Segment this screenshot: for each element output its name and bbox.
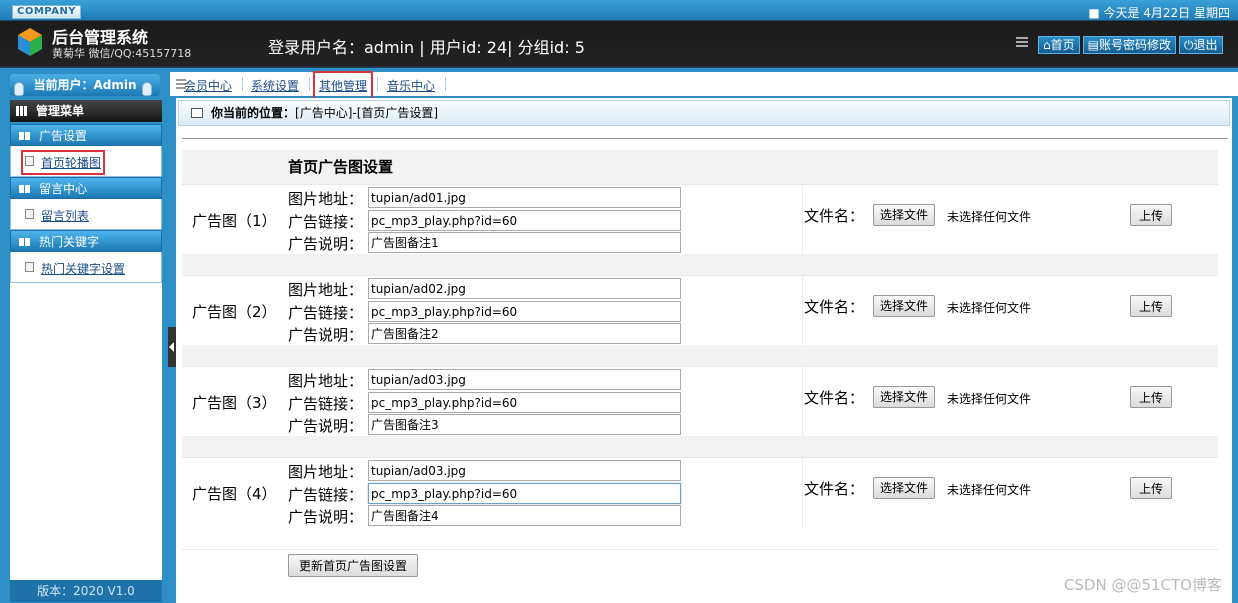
ad-link-input[interactable] [368,301,681,322]
sidebar-item-hot-keyword-settings[interactable]: 热门关键字设置 [25,260,125,277]
list-icon [1016,37,1028,49]
image-url-input[interactable] [368,278,681,299]
form-title: 首页广告图设置 [288,158,394,176]
ad-desc-label: 广告说明： [288,235,364,253]
ad-desc-input[interactable] [368,323,681,344]
sidebar: 当前用户：Admin 管理菜单 广告设置 首页轮播图 留言中心 留言列表 热门关… [0,68,170,603]
grid-icon [16,106,28,116]
document-icon [25,209,34,219]
pin-icon [14,82,24,96]
date-display: ■ 今天是 4月22日 星期四 [1088,6,1230,20]
ad-link-label: 广告链接： [288,486,364,504]
tab-member-center[interactable]: 会员中心 [184,77,232,94]
no-file-text: 未选择任何文件 [947,483,1032,497]
breadcrumb: 你当前的位置：[广告中心]-[首页广告设置] [178,100,1230,126]
ad-label: 广告图（2） [192,303,277,321]
file-name-label: 文件名： [804,207,865,225]
ad-desc-input[interactable] [368,232,681,253]
choose-file-button[interactable]: 选择文件 [873,477,936,499]
menu-panel: 广告设置 首页轮播图 留言中心 留言列表 热门关键字 热门关键字设置 [10,124,162,580]
image-url-input[interactable] [368,460,681,481]
document-icon [25,262,34,272]
current-user-bar: 当前用户：Admin [10,74,160,96]
main-content: 你当前的位置：[广告中心]-[首页广告设置] 首页广告图设置 广告图（1） 图片地… [176,98,1232,603]
ad-label: 广告图（1） [192,212,277,230]
tab-other-management[interactable]: 其他管理 [312,71,374,100]
ad-desc-input[interactable] [368,505,681,526]
ad-link-label: 广告链接： [288,213,364,231]
sidebar-item-message-list[interactable]: 留言列表 [25,207,89,224]
choose-file-button[interactable]: 选择文件 [873,295,936,317]
home-button[interactable]: ⌂首页 [1038,36,1080,54]
image-url-label: 图片地址： [288,190,364,208]
ad-row: 广告图（3） 图片地址： 广告链接： 广告说明： 文件名： 选择文件未选择任何文件 上传 [182,366,1218,437]
file-name-label: 文件名： [804,480,865,498]
pin-icon [142,82,152,96]
upload-button[interactable]: 上传 [1130,477,1172,499]
system-subtitle: 黄菊华 微信/QQ:45157718 [52,47,192,60]
cube-logo-icon [18,28,42,56]
ad-desc-input[interactable] [368,414,681,435]
menu-title: 管理菜单 [10,100,162,122]
login-info: 登录用户名：admin | 用户id: 24| 分组id: 5 [268,38,585,57]
update-ad-settings-button[interactable]: 更新首页广告图设置 [288,554,419,577]
menu-group-hot-keywords[interactable]: 热门关键字 [10,230,162,252]
ad-link-label: 广告链接： [288,395,364,413]
image-url-input[interactable] [368,369,681,390]
document-icon [25,156,34,166]
ad-label: 广告图（4） [192,485,277,503]
no-file-text: 未选择任何文件 [947,392,1032,406]
ad-row: 广告图（4） 图片地址： 广告链接： 广告说明： 文件名： 选择文件未选择任何文件 上传 [182,457,1218,528]
image-url-label: 图片地址： [288,281,364,299]
app-header: COMPANY ■ 今天是 4月22日 星期四 后台管理系统 黄菊华 微信/QQ… [0,0,1238,68]
no-file-text: 未选择任何文件 [947,210,1032,224]
company-logo-text: COMPANY [12,5,82,19]
power-icon: ⏻ [1184,38,1194,52]
sidebar-item-home-carousel[interactable]: 首页轮播图 [20,150,106,175]
no-file-text: 未选择任何文件 [947,301,1032,315]
image-url-label: 图片地址： [288,463,364,481]
image-url-label: 图片地址： [288,372,364,390]
ad-desc-label: 广告说明： [288,508,364,526]
menu-group-ad-settings[interactable]: 广告设置 [10,124,162,146]
ad-row: 广告图（2） 图片地址： 广告链接： 广告说明： 文件名： 选择文件未选择任何文件 上传 [182,275,1218,346]
version-label: 版本：2020 V1.0 [10,580,162,602]
menu-group-messages[interactable]: 留言中心 [10,177,162,199]
ad-desc-label: 广告说明： [288,326,364,344]
choose-file-button[interactable]: 选择文件 [873,386,936,408]
ad-row: 广告图（1） 图片地址： 广告链接： 广告说明： 文件名： 选择文件未选择任何文件 上传 [182,184,1218,255]
account-icon: ▤ [1087,38,1099,52]
home-icon: ⌂ [1043,38,1051,52]
folder-icon [19,238,31,246]
upload-button[interactable]: 上传 [1130,204,1172,226]
ad-link-input[interactable] [368,210,681,231]
choose-file-button[interactable]: 选择文件 [873,204,936,226]
file-name-label: 文件名： [804,298,865,316]
watermark: CSDN @@51CTO博客 [1063,576,1222,594]
tab-system-settings[interactable]: 系统设置 [251,77,299,94]
folder-icon [19,132,31,140]
ad-desc-label: 广告说明： [288,417,364,435]
tab-music-center[interactable]: 音乐中心 [387,77,435,94]
top-nav: 会员中心 系统设置 其他管理 音乐中心 [170,71,1238,100]
ad-link-label: 广告链接： [288,304,364,322]
upload-button[interactable]: 上传 [1130,386,1172,408]
image-url-input[interactable] [368,187,681,208]
sidebar-collapse-handle[interactable] [168,327,176,367]
window-icon [191,108,203,118]
account-password-button[interactable]: ▤账号密码修改 [1082,36,1176,54]
ad-link-input[interactable] [368,483,681,504]
file-name-label: 文件名： [804,389,865,407]
folder-icon [19,185,31,193]
upload-button[interactable]: 上传 [1130,295,1172,317]
ad-link-input[interactable] [368,392,681,413]
logout-button[interactable]: ⏻退出 [1179,36,1223,54]
ad-label: 广告图（3） [192,394,277,412]
